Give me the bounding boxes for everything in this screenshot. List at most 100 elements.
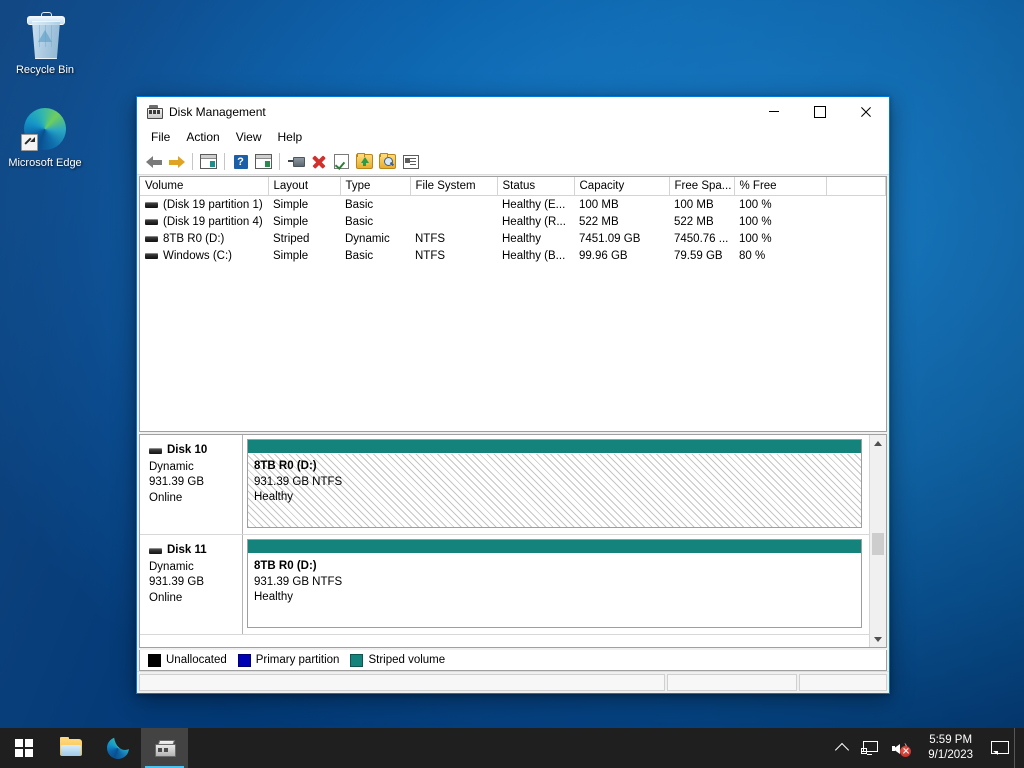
cell-capacity: 522 MB bbox=[579, 215, 619, 228]
taskbar-item-file-explorer[interactable] bbox=[47, 728, 94, 768]
cell-volume-label: (Disk 19 partition 4) bbox=[163, 215, 263, 228]
volume-icon bbox=[145, 201, 158, 208]
menu-item-action[interactable]: Action bbox=[178, 127, 227, 147]
forward-button[interactable] bbox=[165, 151, 188, 173]
show-desktop-button[interactable] bbox=[1014, 728, 1022, 768]
help-button[interactable]: ? bbox=[229, 151, 252, 173]
disk-info-10[interactable]: Disk 10 Dynamic 931.39 GB Online bbox=[140, 435, 243, 534]
disk-volumes-10: 8TB R0 (D:) 931.39 GB NTFS Healthy bbox=[243, 435, 869, 534]
column-header-volume[interactable]: Volume bbox=[140, 177, 269, 196]
column-header-layout[interactable]: Layout bbox=[268, 177, 341, 196]
minimize-button[interactable] bbox=[751, 97, 797, 126]
cell-file-system bbox=[410, 196, 497, 214]
network-icon bbox=[861, 741, 879, 755]
show-hidden-icons-button[interactable] bbox=[830, 728, 854, 768]
explore-button[interactable] bbox=[376, 151, 399, 173]
properties-list-icon bbox=[402, 154, 419, 169]
column-header-status[interactable]: Status bbox=[497, 177, 575, 196]
table-row[interactable]: Windows (C:) Simple Basic NTFS Healthy (… bbox=[140, 247, 886, 264]
cell-type: Dynamic bbox=[345, 232, 390, 245]
cell-volume: (Disk 19 partition 4) bbox=[140, 213, 268, 230]
graphical-view-pane[interactable]: Disk 10 Dynamic 931.39 GB Online 8TB R0 … bbox=[139, 434, 887, 648]
network-status-button[interactable] bbox=[854, 728, 885, 768]
toolbar-separator bbox=[224, 153, 225, 170]
taskbar-item-microsoft-edge[interactable] bbox=[94, 728, 141, 768]
table-row[interactable]: (Disk 19 partition 1) Simple Basic Healt… bbox=[140, 196, 886, 214]
recycle-bin-icon bbox=[21, 12, 69, 60]
disk-info-11[interactable]: Disk 11 Dynamic 931.39 GB Online bbox=[140, 535, 243, 634]
delete-button[interactable] bbox=[307, 151, 330, 173]
disk-type: Dynamic bbox=[149, 460, 194, 473]
column-header-type[interactable]: Type bbox=[340, 177, 411, 196]
volume-block-11[interactable]: 8TB R0 (D:) 931.39 GB NTFS Healthy bbox=[247, 539, 862, 628]
clock[interactable]: 5:59 PM 9/1/2023 bbox=[917, 728, 984, 768]
notification-icon bbox=[991, 741, 1009, 755]
column-header-capacity[interactable]: Capacity bbox=[574, 177, 670, 196]
cell-free-space: 7450.76 ... bbox=[674, 232, 729, 245]
menu-item-view[interactable]: View bbox=[228, 127, 270, 147]
window-titlebar[interactable]: Disk Management bbox=[137, 97, 889, 126]
show-hide-action-pane-button[interactable] bbox=[252, 151, 275, 173]
cell-filler bbox=[826, 196, 886, 214]
cell-free-space: 79.59 GB bbox=[674, 249, 723, 262]
maximize-button[interactable] bbox=[797, 97, 843, 126]
scroll-down-button[interactable] bbox=[870, 631, 886, 647]
folder-magnifier-icon bbox=[379, 153, 396, 169]
window-title: Disk Management bbox=[169, 104, 266, 119]
volume-details: 8TB R0 (D:) 931.39 GB NTFS Healthy bbox=[248, 554, 861, 627]
windows-logo-icon bbox=[14, 739, 33, 757]
scroll-up-button[interactable] bbox=[870, 435, 886, 451]
volume-block-10[interactable]: 8TB R0 (D:) 931.39 GB NTFS Healthy bbox=[247, 439, 862, 528]
cell-layout: Striped bbox=[273, 232, 310, 245]
graphical-view-scrollbar[interactable] bbox=[869, 435, 886, 647]
disk-management-window[interactable]: Disk Management File Action View Help ? … bbox=[136, 96, 890, 694]
column-header-file-system[interactable]: File System bbox=[410, 177, 498, 196]
menu-item-file[interactable]: File bbox=[143, 127, 178, 147]
desktop-icon-label: Recycle Bin bbox=[15, 64, 75, 76]
disk-row-11[interactable]: Disk 11 Dynamic 931.39 GB Online 8TB R0 … bbox=[140, 535, 869, 635]
legend-item-primary-partition: Primary partition bbox=[237, 653, 339, 667]
close-button[interactable] bbox=[843, 97, 889, 126]
cell-status: Healthy (R... bbox=[502, 215, 566, 228]
cell-type: Basic bbox=[345, 215, 374, 228]
column-header-percent-free[interactable]: % Free bbox=[734, 177, 827, 196]
back-button[interactable] bbox=[142, 151, 165, 173]
cell-filler bbox=[826, 213, 886, 230]
volume-details: 8TB R0 (D:) 931.39 GB NTFS Healthy bbox=[248, 454, 861, 527]
checkbox-check-icon bbox=[334, 154, 349, 169]
desktop-icon-microsoft-edge[interactable]: Microsoft Edge bbox=[6, 105, 84, 170]
column-header-filler[interactable] bbox=[826, 177, 886, 196]
import-foreign-disks-button[interactable] bbox=[353, 151, 376, 173]
desktop-icon-recycle-bin[interactable]: Recycle Bin bbox=[6, 12, 84, 77]
column-header-free-space[interactable]: Free Spa... bbox=[669, 177, 735, 196]
cell-percent-free: 80 % bbox=[739, 249, 766, 262]
volume-button[interactable] bbox=[885, 728, 917, 768]
start-button[interactable] bbox=[0, 728, 47, 768]
disk-type: Dynamic bbox=[149, 560, 194, 573]
volume-health: Healthy bbox=[254, 591, 293, 603]
volume-color-bar bbox=[248, 540, 861, 554]
cell-percent-free: 100 % bbox=[739, 198, 772, 211]
volume-list-pane[interactable]: Volume Layout Type File System Status Ca… bbox=[139, 176, 887, 432]
edge-icon bbox=[21, 105, 69, 153]
rescan-disks-button[interactable] bbox=[330, 151, 353, 173]
taskbar-item-disk-management[interactable] bbox=[141, 728, 188, 768]
desktop[interactable]: Recycle Bin Microsoft Edge Disk Manageme… bbox=[0, 0, 1024, 768]
chevron-up-icon bbox=[835, 742, 850, 757]
scrollbar-thumb[interactable] bbox=[872, 533, 884, 555]
disk-management-icon bbox=[146, 104, 163, 120]
disk-row-10[interactable]: Disk 10 Dynamic 931.39 GB Online 8TB R0 … bbox=[140, 435, 869, 535]
connect-to-another-computer-button[interactable] bbox=[284, 151, 307, 173]
table-row[interactable]: (Disk 19 partition 4) Simple Basic Healt… bbox=[140, 213, 886, 230]
table-row[interactable]: 8TB R0 (D:) Striped Dynamic NTFS Healthy… bbox=[140, 230, 886, 247]
volume-size-fs: 931.39 GB NTFS bbox=[254, 575, 343, 588]
action-center-button[interactable] bbox=[984, 728, 1014, 768]
menu-item-help[interactable]: Help bbox=[270, 127, 311, 147]
console-tree-icon bbox=[200, 154, 217, 169]
legend-bar: Unallocated Primary partition Striped vo… bbox=[139, 650, 887, 671]
show-hide-console-tree-button[interactable] bbox=[197, 151, 220, 173]
legend-item-striped-volume: Striped volume bbox=[350, 653, 445, 667]
properties-button[interactable] bbox=[399, 151, 422, 173]
scrollbar-track[interactable] bbox=[870, 451, 886, 631]
cell-capacity: 7451.09 GB bbox=[579, 232, 641, 245]
